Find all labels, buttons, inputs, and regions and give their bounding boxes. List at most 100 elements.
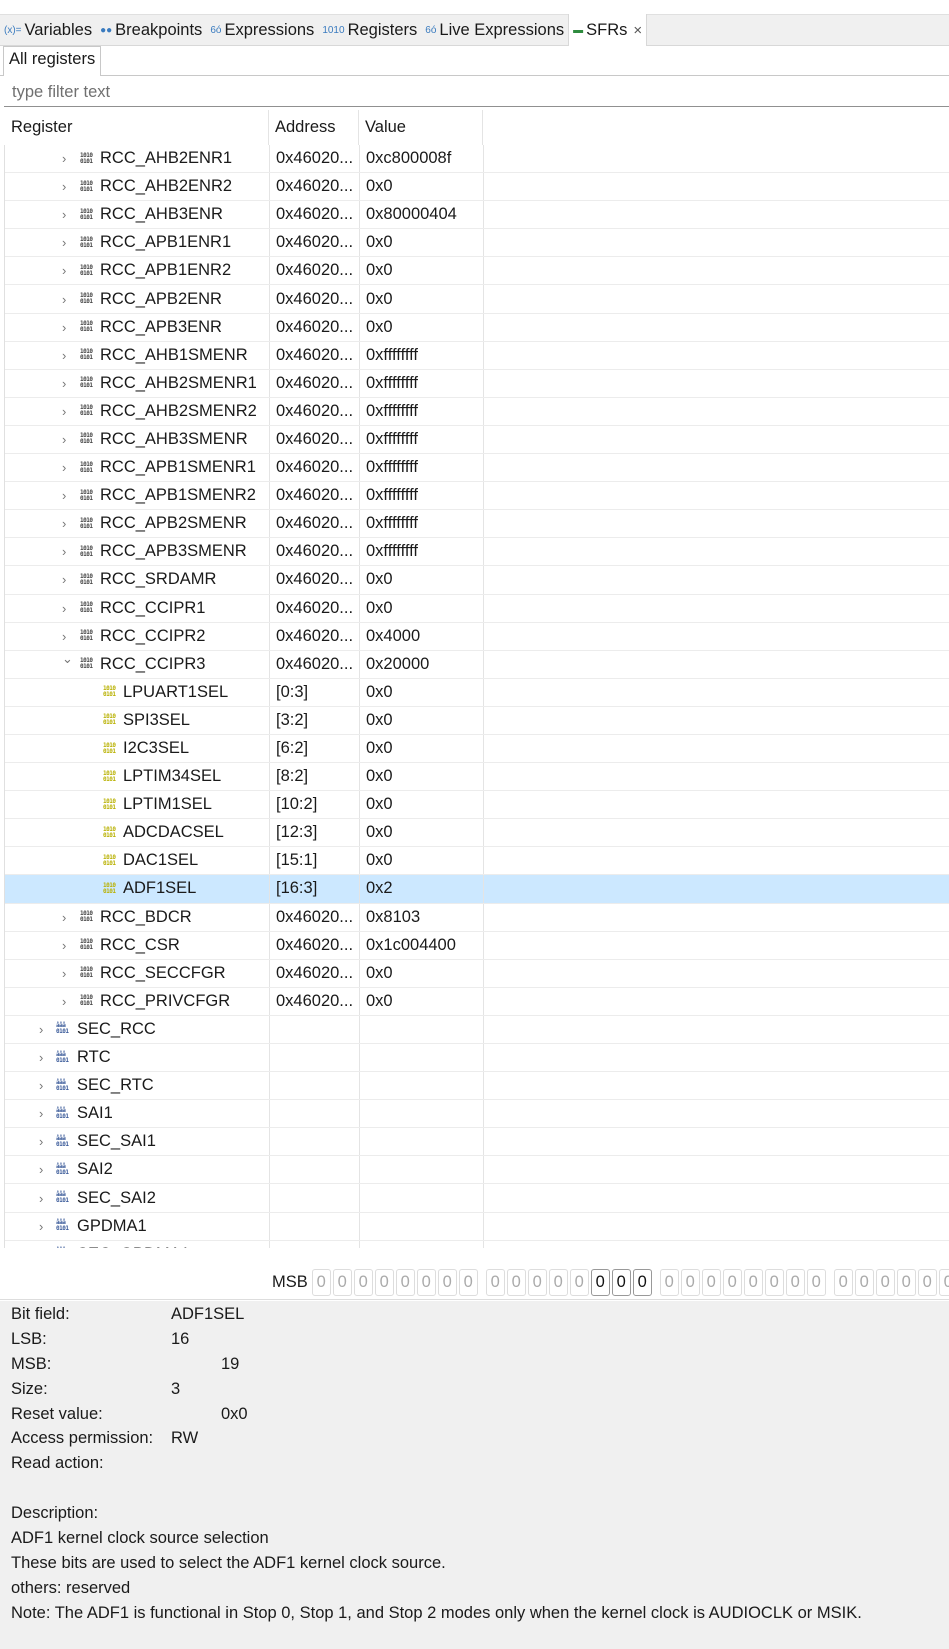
- bit-26[interactable]: 0: [416, 1269, 436, 1296]
- bit-20[interactable]: 0: [548, 1269, 568, 1296]
- table-row[interactable]: 1010 0101 SPI3SEL [3:2] 0x0: [5, 706, 949, 735]
- table-row[interactable]: › 1010 0101 RCC_BDCR 0x46020... 0x8103: [5, 903, 949, 932]
- chevron-right-icon[interactable]: ›: [62, 432, 72, 447]
- bit-28[interactable]: 0: [374, 1269, 394, 1296]
- table-row[interactable]: › 1010 0101 RCC_AHB3ENR 0x46020... 0x80000404: [5, 201, 949, 230]
- column-header-address[interactable]: Address: [269, 110, 359, 145]
- table-row[interactable]: › 1010 0101 RCC_APB2SMENR 0x46020... 0xffffff…: [5, 510, 949, 539]
- table-row[interactable]: › 1010 0101 RCC_APB3SMENR 0x46020... 0xffffff…: [5, 538, 949, 567]
- chevron-right-icon[interactable]: ›: [62, 404, 72, 419]
- chevron-right-icon[interactable]: ›: [62, 376, 72, 391]
- table-row[interactable]: › 1010 0101 RCC_CCIPR2 0x46020... 0x4000: [5, 622, 949, 651]
- table-row[interactable]: 1010 0101 ADF1SEL [16:3] 0x2: [5, 875, 949, 904]
- table-row[interactable]: › 1010 0101 RCC_CCIPR1 0x46020... 0x0: [5, 594, 949, 623]
- chevron-right-icon[interactable]: ›: [62, 572, 72, 587]
- table-row[interactable]: › 1010 0101 RCC_AHB2SMENR1 0x46020... 0xfffff…: [5, 369, 949, 398]
- column-header-register[interactable]: Register: [0, 110, 269, 145]
- table-row[interactable]: › ååå 0101 SEC_RCC: [5, 1015, 949, 1044]
- chevron-right-icon[interactable]: ›: [39, 1106, 49, 1121]
- table-row[interactable]: › 1010 0101 RCC_APB1SMENR2 0x46020... 0xfffff…: [5, 482, 949, 511]
- tab-sfrs[interactable]: ▬ SFRs ×: [568, 14, 648, 47]
- table-row[interactable]: › 1010 0101 RCC_CSR 0x46020... 0x1c004400: [5, 931, 949, 960]
- chevron-right-icon[interactable]: ›: [39, 1191, 49, 1206]
- bit-10[interactable]: 0: [764, 1269, 784, 1296]
- table-row[interactable]: › ååå 0101 SEC_SAI2: [5, 1184, 949, 1213]
- table-row[interactable]: › 1010 0101 RCC_SECCFGR 0x46020... 0x0: [5, 959, 949, 988]
- table-row[interactable]: 1010 0101 LPUART1SEL [0:3] 0x0: [5, 678, 949, 707]
- close-icon[interactable]: ×: [633, 22, 642, 39]
- chevron-right-icon[interactable]: ›: [62, 151, 72, 166]
- filter-input[interactable]: type filter text: [4, 80, 949, 107]
- bit-27[interactable]: 0: [395, 1269, 415, 1296]
- bit-15[interactable]: 0: [659, 1269, 679, 1296]
- register-tree[interactable]: › 1010 0101 RCC_AHB2ENR1 0x46020... 0xc800008…: [4, 145, 949, 1248]
- table-row[interactable]: › 1010 0101 RCC_AHB2ENR2 0x46020... 0x0: [5, 173, 949, 202]
- chevron-right-icon[interactable]: ›: [39, 1219, 49, 1234]
- chevron-right-icon[interactable]: ›: [62, 488, 72, 503]
- table-row[interactable]: › ååå 0101 SAI2: [5, 1156, 949, 1185]
- bit-9[interactable]: 0: [785, 1269, 805, 1296]
- bit-2[interactable]: 0: [938, 1269, 949, 1296]
- table-row[interactable]: › 1010 0101 RCC_AHB3SMENR 0x46020... 0xffffff…: [5, 425, 949, 455]
- bit-8[interactable]: 0: [806, 1269, 826, 1296]
- chevron-right-icon[interactable]: ›: [62, 348, 72, 363]
- tab-live-expressions[interactable]: 6ó Live Expressions: [421, 15, 568, 45]
- chevron-right-icon[interactable]: ›: [62, 263, 72, 278]
- table-row[interactable]: › 1010 0101 RCC_APB1ENR2 0x46020... 0x0: [5, 257, 949, 286]
- table-row[interactable]: 1010 0101 LPTIM1SEL [10:2] 0x0: [5, 791, 949, 820]
- bit-19[interactable]: 0: [569, 1269, 589, 1296]
- chevron-right-icon[interactable]: ›: [39, 1247, 49, 1248]
- chevron-right-icon[interactable]: ›: [62, 601, 72, 616]
- bit-5[interactable]: 0: [875, 1269, 895, 1296]
- chevron-right-icon[interactable]: ›: [62, 235, 72, 250]
- bit-29[interactable]: 0: [353, 1269, 373, 1296]
- chevron-right-icon[interactable]: ›: [62, 179, 72, 194]
- table-row[interactable]: ›ååå0101SEC_GPDMA1: [5, 1240, 949, 1248]
- chevron-right-icon[interactable]: ›: [62, 292, 72, 307]
- chevron-right-icon[interactable]: ›: [39, 1162, 49, 1177]
- tab-breakpoints[interactable]: ●● Breakpoints: [96, 15, 206, 45]
- bit-24[interactable]: 0: [458, 1269, 478, 1296]
- table-row[interactable]: › 1010 0101 RCC_APB3ENR 0x46020... 0x0: [5, 313, 949, 342]
- table-row[interactable]: › 1010 0101 RCC_SRDAMR 0x46020... 0x0: [5, 566, 949, 595]
- chevron-right-icon[interactable]: ›: [62, 966, 72, 981]
- chevron-right-icon[interactable]: ›: [62, 516, 72, 531]
- table-row[interactable]: › 1010 0101 RCC_PRIVCFGR 0x46020... 0x0: [5, 987, 949, 1016]
- bit-18[interactable]: 0: [590, 1269, 610, 1296]
- column-header-value[interactable]: Value: [359, 110, 483, 145]
- bit-4[interactable]: 0: [896, 1269, 916, 1296]
- chevron-right-icon[interactable]: ›: [39, 1078, 49, 1093]
- bit-6[interactable]: 0: [854, 1269, 874, 1296]
- table-row[interactable]: 1010 0101 LPTIM34SEL [8:2] 0x0: [5, 763, 949, 792]
- table-row[interactable]: › 1010 0101 RCC_APB1SMENR1 0x46020... 0xfffff…: [5, 454, 949, 483]
- table-row[interactable]: › ååå 0101 RTC: [5, 1044, 949, 1073]
- table-row[interactable]: ⌄ 1010 0101 RCC_CCIPR3 0x46020... 0x20000: [5, 650, 949, 679]
- table-row[interactable]: › 1010 0101 RCC_AHB2SMENR2 0x46020... 0xfffff…: [5, 397, 949, 426]
- bit-13[interactable]: 0: [701, 1269, 721, 1296]
- bit-30[interactable]: 0: [332, 1269, 352, 1296]
- chevron-right-icon[interactable]: ›: [62, 629, 72, 644]
- table-row[interactable]: › 1010 0101 RCC_APB2ENR 0x46020... 0x0: [5, 285, 949, 314]
- bit-21[interactable]: 0: [527, 1269, 547, 1296]
- table-row[interactable]: › 1010 0101 RCC_APB1ENR1 0x46020... 0x0: [5, 229, 949, 258]
- chevron-down-icon[interactable]: ⌄: [62, 651, 73, 667]
- chevron-right-icon[interactable]: ›: [39, 1050, 49, 1065]
- chevron-right-icon[interactable]: ›: [62, 994, 72, 1009]
- bit-25[interactable]: 0: [437, 1269, 457, 1296]
- bit-17[interactable]: 0: [611, 1269, 631, 1296]
- bit-3[interactable]: 0: [917, 1269, 937, 1296]
- chevron-right-icon[interactable]: ›: [39, 1022, 49, 1037]
- table-row[interactable]: › ååå 0101 SEC_SAI1: [5, 1128, 949, 1157]
- chevron-right-icon[interactable]: ›: [62, 320, 72, 335]
- bit-12[interactable]: 0: [722, 1269, 742, 1296]
- table-row[interactable]: › ååå 0101 SAI1: [5, 1100, 949, 1129]
- chevron-right-icon[interactable]: ›: [62, 207, 72, 222]
- table-row[interactable]: 1010 0101 I2C3SEL [6:2] 0x0: [5, 734, 949, 764]
- table-row[interactable]: › ååå 0101 SEC_RTC: [5, 1072, 949, 1101]
- chevron-right-icon[interactable]: ›: [62, 544, 72, 559]
- bit-23[interactable]: 0: [485, 1269, 505, 1296]
- table-row[interactable]: › 1010 0101 RCC_AHB2ENR1 0x46020... 0xc800008…: [5, 145, 949, 174]
- bit-22[interactable]: 0: [506, 1269, 526, 1296]
- table-row[interactable]: 1010 0101 ADCDACSEL [12:3] 0x0: [5, 819, 949, 848]
- chevron-right-icon[interactable]: ›: [62, 938, 72, 953]
